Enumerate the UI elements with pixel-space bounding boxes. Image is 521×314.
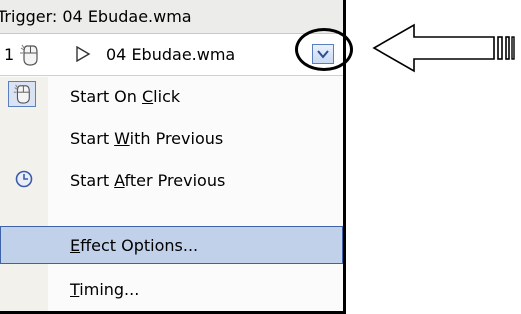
hollow-left-arrow-icon: [372, 23, 515, 73]
menu-item-label: Start On Click: [70, 87, 181, 106]
menu-item-start-on-click[interactable]: Start On Click: [0, 77, 343, 115]
trigger-label: Trigger: 04 Ebudae.wma: [0, 7, 192, 26]
effect-filename: 04 Ebudae.wma: [106, 45, 236, 64]
menu-item-timing[interactable]: Timing...: [0, 270, 343, 308]
menu-item-start-with-previous[interactable]: Start With Previous: [0, 119, 343, 157]
mouse-click-icon: [18, 43, 40, 71]
effect-index: 1: [4, 45, 15, 64]
highlight-circle-annotation: [295, 28, 353, 71]
effect-context-menu: Start On Click Start With Previous Start…: [0, 77, 343, 311]
menu-item-effect-options[interactable]: Effect Options...: [0, 226, 343, 264]
animation-effect-row[interactable]: 1 04 Ebudae.wma: [0, 34, 343, 76]
menu-item-label: Start With Previous: [70, 129, 224, 148]
menu-item-label: Start After Previous: [70, 171, 226, 190]
mouse-click-icon: [13, 84, 30, 104]
checked-indicator: [8, 81, 36, 107]
clock-icon: [15, 170, 33, 192]
trigger-header: Trigger: 04 Ebudae.wma: [0, 0, 343, 34]
menu-item-label: Effect Options...: [70, 236, 199, 255]
play-icon: [75, 45, 91, 66]
menu-item-label: Timing...: [70, 280, 140, 299]
menu-item-start-after-previous[interactable]: Start After Previous: [0, 161, 343, 199]
